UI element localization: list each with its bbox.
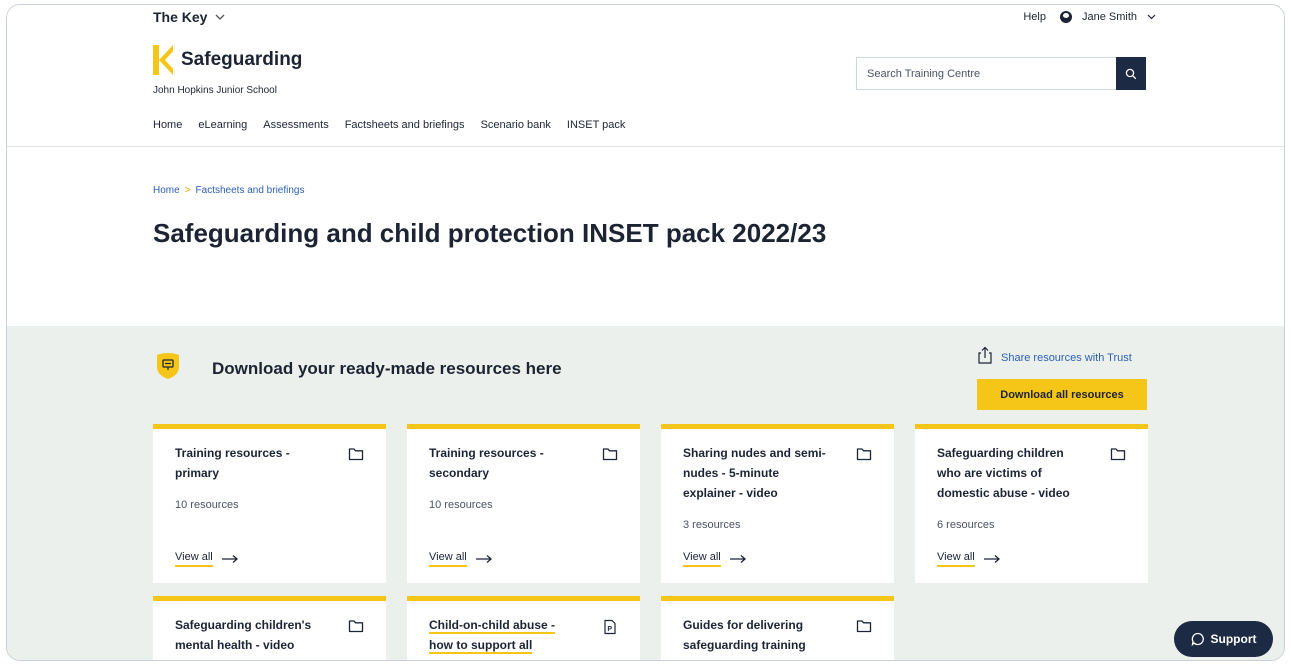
presentation-badge-icon [155, 352, 181, 380]
nav-item-assessments[interactable]: Assessments [263, 119, 328, 131]
utility-bar: The Key Help Jane Smith [7, 5, 1284, 33]
folder-icon [348, 448, 364, 461]
chevron-down-icon [215, 12, 225, 23]
view-all-label: View all [683, 551, 721, 567]
resource-card[interactable]: Safeguarding children's mental health - … [153, 596, 386, 660]
site-logo[interactable]: Safeguarding [153, 45, 302, 75]
nav-item-elearning[interactable]: eLearning [198, 119, 247, 131]
view-all-link[interactable]: View all [683, 551, 747, 567]
card-count: 10 resources [175, 499, 239, 511]
arrow-right-icon [475, 555, 492, 563]
card-title: Training resources - secondary [429, 446, 544, 480]
card-count: 3 resources [683, 519, 741, 531]
school-name: John Hopkins Junior School [153, 85, 277, 96]
breadcrumb-home[interactable]: Home [153, 185, 180, 196]
card-title: Safeguarding children who are victims of… [937, 446, 1070, 500]
arrow-right-icon [221, 555, 238, 563]
svg-text:P: P [607, 626, 612, 633]
resource-card[interactable]: Guides for delivering safeguarding train… [661, 596, 894, 660]
support-button[interactable]: Support [1174, 621, 1273, 657]
support-label: Support [1210, 632, 1257, 646]
card-title-text: Child-on-child abuse - how to support al… [429, 618, 570, 660]
browser-frame: The Key Help Jane Smith Safeguarding Joh… [6, 4, 1285, 661]
arrow-right-icon [983, 555, 1000, 563]
card-title: Training resources - primary [175, 446, 290, 480]
card-title: Sharing nudes and semi-nudes - 5-minute … [683, 446, 826, 500]
folder-icon [856, 620, 872, 633]
help-link[interactable]: Help [1023, 11, 1046, 23]
resources-heading: Download your ready-made resources here [212, 359, 562, 378]
breadcrumb: Home > Factsheets and briefings [153, 185, 304, 196]
breadcrumb-separator: > [184, 185, 191, 196]
logo-title: Safeguarding [181, 49, 303, 70]
share-label: Share resources with Trust [1001, 352, 1132, 364]
card-count: 6 resources [937, 519, 995, 531]
card-title: Child-on-child abuse - how to support al… [429, 615, 579, 660]
user-name: Jane Smith [1081, 11, 1137, 23]
share-resources-link[interactable]: Share resources with Trust [977, 346, 1132, 364]
page-title: Safeguarding and child protection INSET … [153, 218, 827, 248]
folder-icon [1110, 448, 1126, 461]
folder-icon [602, 448, 618, 461]
resource-card[interactable]: Child-on-child abuse - how to support al… [407, 596, 640, 660]
arrow-right-icon [729, 555, 746, 563]
resource-card[interactable]: Sharing nudes and semi-nudes - 5-minute … [661, 424, 894, 583]
share-icon [978, 346, 992, 364]
view-all-label: View all [429, 551, 467, 567]
resource-card[interactable]: Training resources - secondary 10 resour… [407, 424, 640, 583]
view-all-link[interactable]: View all [175, 551, 239, 567]
nav-item-inset-pack[interactable]: INSET pack [567, 119, 626, 131]
search-input[interactable] [856, 57, 1116, 90]
search-bar [856, 57, 1146, 90]
view-all-link[interactable]: View all [937, 551, 1001, 567]
card-title: Safeguarding children's mental health - … [175, 618, 312, 652]
card-title: Guides for delivering safeguarding train… [683, 618, 806, 660]
card-count: 10 resources [429, 499, 493, 511]
resources-section: Download your ready-made resources here … [7, 326, 1284, 660]
search-icon [1125, 68, 1137, 79]
search-button[interactable] [1116, 57, 1146, 90]
view-all-label: View all [175, 551, 213, 567]
view-all-label: View all [937, 551, 975, 567]
view-all-link[interactable]: View all [429, 551, 493, 567]
site-header: Safeguarding John Hopkins Junior School … [7, 33, 1284, 147]
pdf-file-icon: P [604, 619, 616, 635]
resource-card[interactable]: Safeguarding children who are victims of… [915, 424, 1148, 583]
download-all-button[interactable]: Download all resources [977, 379, 1147, 410]
breadcrumb-factsheets[interactable]: Factsheets and briefings [196, 185, 305, 196]
nav-item-home[interactable]: Home [153, 119, 182, 131]
folder-icon [348, 620, 364, 633]
chevron-down-icon [1147, 14, 1156, 20]
key-logo-icon [153, 45, 175, 75]
brand-switcher[interactable]: The Key [153, 9, 225, 25]
brand-label: The Key [153, 9, 208, 25]
user-menu[interactable]: Jane Smith [1059, 11, 1156, 23]
user-avatar-icon [1059, 11, 1072, 23]
resource-card[interactable]: Training resources - primary 10 resource… [153, 424, 386, 583]
main-nav: Home eLearning Assessments Factsheets an… [153, 119, 625, 131]
nav-item-scenario-bank[interactable]: Scenario bank [481, 119, 551, 131]
folder-icon [856, 448, 872, 461]
nav-item-factsheets[interactable]: Factsheets and briefings [345, 119, 465, 131]
utility-links: Help Jane Smith [1023, 11, 1156, 23]
chat-bubble-icon [1191, 632, 1204, 646]
